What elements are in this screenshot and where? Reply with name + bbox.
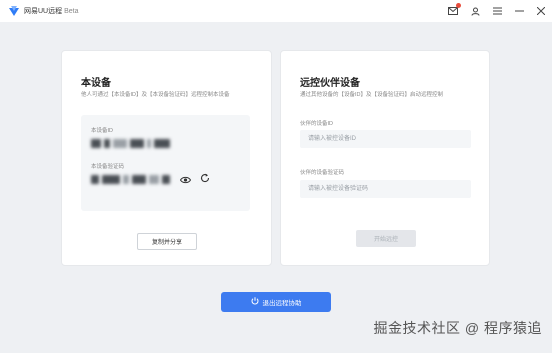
- close-icon[interactable]: [536, 6, 546, 16]
- device-code-label: 本设备验证码: [91, 164, 125, 170]
- partner-id-label: 伙伴的设备ID: [300, 121, 334, 127]
- device-id-label: 本设备ID: [91, 128, 114, 134]
- partner-code-label: 伙伴的设备验证码: [300, 170, 345, 176]
- mail-icon[interactable]: [448, 3, 461, 16]
- title-bar: 网易UU远程 Beta: [0, 0, 552, 22]
- remote-device-card: 远控伙伴设备 通过其他设备的【设备ID】及【设备验证码】启动远程控制 伙伴的设备…: [280, 50, 490, 266]
- menu-icon[interactable]: [492, 6, 502, 16]
- exit-remote-assist-button[interactable]: 退出远程协助: [221, 292, 331, 312]
- app-title: 网易UU远程 Beta: [24, 6, 79, 16]
- start-remote-button[interactable]: 开始远控: [356, 230, 416, 247]
- power-icon: [251, 297, 259, 307]
- user-icon[interactable]: [470, 6, 480, 16]
- partner-id-input[interactable]: [300, 130, 471, 148]
- device-code-value-blurred: [91, 173, 170, 185]
- partner-code-input[interactable]: [300, 180, 471, 198]
- app-name-text: 网易UU远程: [24, 8, 63, 15]
- device-info-box: 本设备ID 本设备验证码: [81, 115, 250, 211]
- refresh-code-icon[interactable]: [200, 170, 210, 188]
- exit-button-label: 退出远程协助: [262, 300, 302, 307]
- remote-device-subtitle: 通过其他设备的【设备ID】及【设备验证码】启动远程控制: [300, 92, 444, 98]
- logo-icon: [8, 5, 20, 17]
- notification-dot: [456, 3, 461, 8]
- show-code-eye-icon[interactable]: [179, 171, 192, 189]
- beta-badge: Beta: [64, 8, 79, 15]
- minimize-icon[interactable]: [514, 6, 524, 16]
- watermark-text: 掘金技术社区 @ 程序猿追: [373, 320, 542, 336]
- device-id-value-blurred: [91, 137, 170, 149]
- local-device-subtitle: 他人可通过【本设备ID】及【本设备验证码】远程控制本设备: [81, 92, 230, 98]
- local-device-card: 本设备 他人可通过【本设备ID】及【本设备验证码】远程控制本设备 本设备ID 本…: [61, 50, 272, 266]
- local-device-title: 本设备: [81, 78, 111, 89]
- copy-share-button[interactable]: 复制并分享: [137, 233, 197, 250]
- remote-device-title: 远控伙伴设备: [300, 78, 360, 89]
